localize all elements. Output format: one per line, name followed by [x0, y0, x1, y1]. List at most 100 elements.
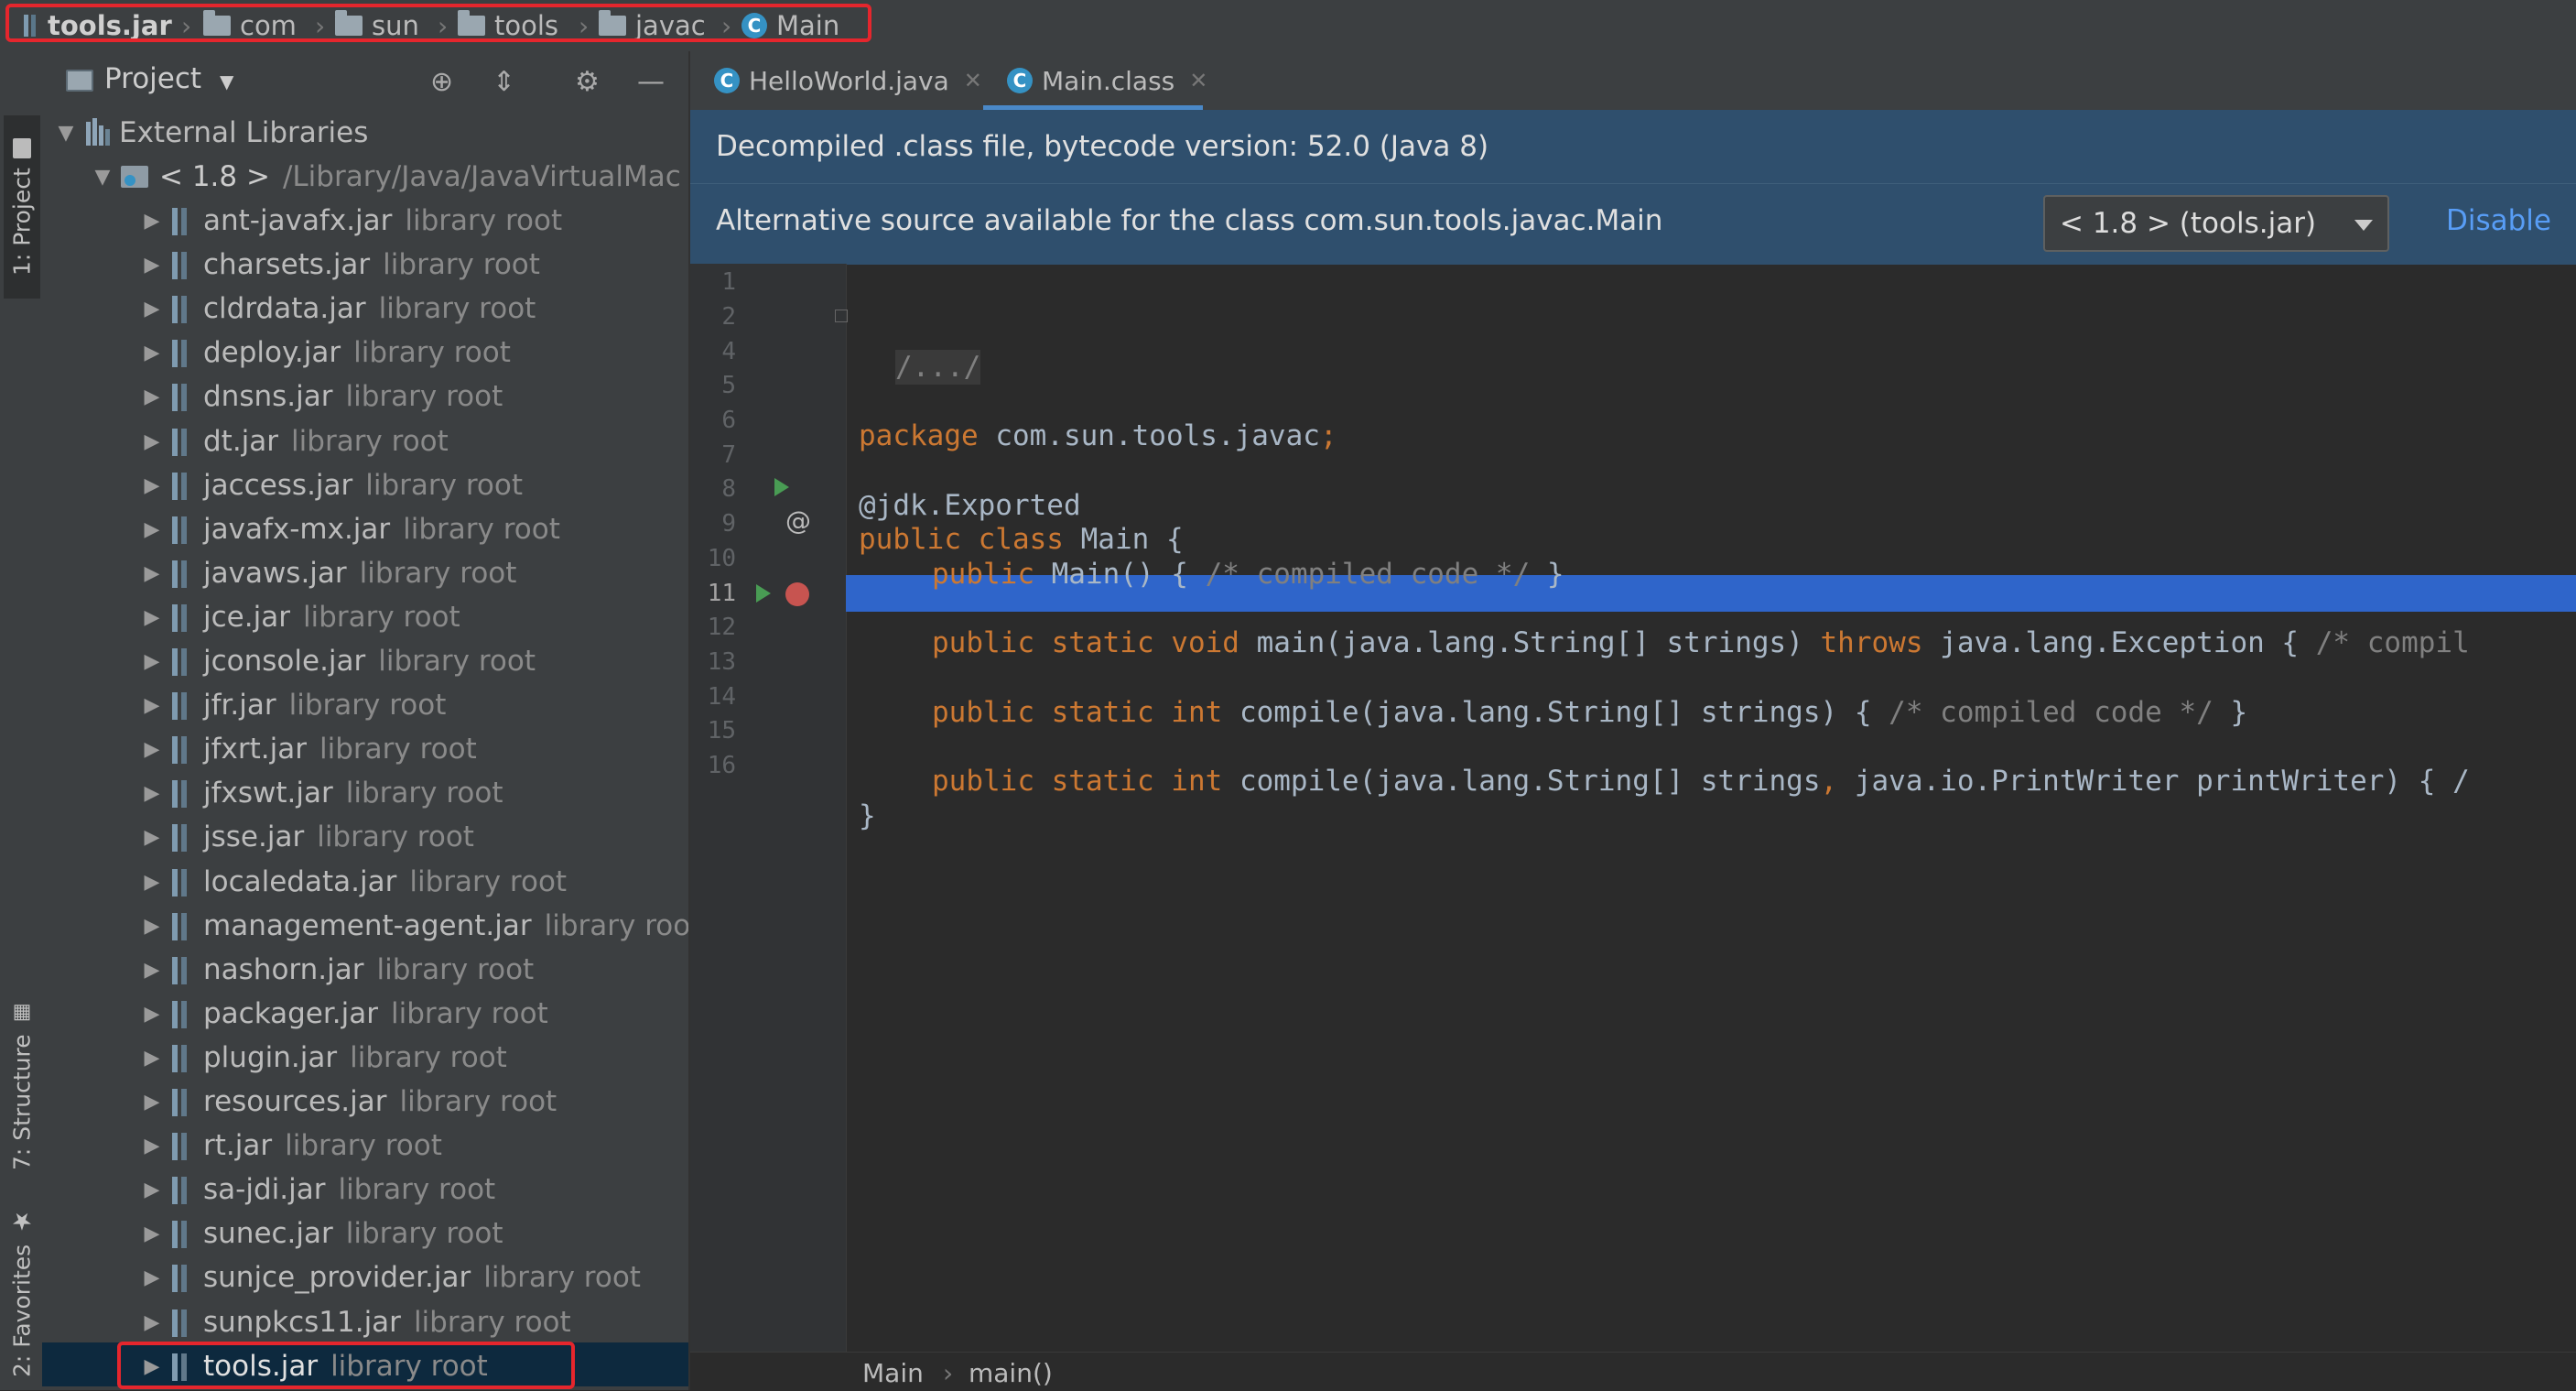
tree-node-jar[interactable]: ▶ jce.jar library root [134, 595, 460, 639]
expand-arrow-icon[interactable]: ▶ [134, 430, 170, 453]
run-icon[interactable] [774, 478, 789, 496]
expand-arrow-icon[interactable]: ▶ [134, 959, 170, 982]
jar-name: dt.jar [203, 425, 279, 458]
tab-main-class[interactable]: C Main.class ✕ [1007, 51, 1207, 110]
expand-arrow-icon[interactable]: ▼ [48, 122, 84, 145]
tab-label: HelloWorld.java [749, 65, 949, 96]
expand-arrow-icon[interactable]: ▶ [134, 298, 170, 321]
expand-arrow-icon[interactable]: ▶ [134, 1179, 170, 1201]
jar-annotation: library root [288, 689, 447, 722]
run-icon[interactable] [756, 584, 771, 603]
line-number: 14 [707, 683, 736, 711]
line-number: 9 [721, 510, 736, 538]
tree-node-jar[interactable]: ▶ plugin.jar library root [134, 1036, 507, 1080]
tree-node-jar[interactable]: ▶ jfxrt.jar library root [134, 727, 477, 771]
tab-helloworld-java[interactable]: C HelloWorld.java ✕ [714, 51, 982, 110]
jdk-name: < 1.8 > [159, 160, 270, 193]
tree-node-jar[interactable]: ▶ jsse.jar library root [134, 815, 474, 859]
expand-arrow-icon[interactable]: ▶ [134, 1003, 170, 1026]
tree-node-jdk[interactable]: ▼ < 1.8 > /Library/Java/JavaVirtualMac [84, 155, 681, 199]
tree-node-jar[interactable]: ▶ sunpkcs11.jar library root [134, 1300, 571, 1344]
expand-arrow-icon[interactable]: ▶ [134, 386, 170, 408]
expand-arrow-icon[interactable]: ▶ [134, 474, 170, 497]
tree-node-jar[interactable]: ▶ ant-javafx.jar library root [134, 199, 563, 243]
locate-icon[interactable]: ⊕ [430, 66, 453, 98]
close-icon[interactable]: ✕ [1189, 68, 1207, 93]
expand-arrow-icon[interactable]: ▶ [134, 254, 170, 277]
code-line-7: @jdk.Exported [859, 488, 1081, 523]
breakpoint-icon[interactable] [785, 582, 809, 606]
expand-arrow-icon[interactable]: ▶ [134, 1223, 170, 1245]
jar-name: sunec.jar [203, 1217, 333, 1250]
jar-icon [170, 867, 194, 897]
collapse-all-icon[interactable]: ⇕ [492, 66, 515, 98]
status-crumb-method[interactable]: main() [969, 1358, 1053, 1388]
tree-node-external-libraries[interactable]: ▼ External Libraries [48, 111, 369, 155]
project-view-dropdown[interactable]: Project ▼ [104, 62, 233, 95]
minimize-icon[interactable]: — [637, 66, 665, 98]
expand-arrow-icon[interactable]: ▼ [84, 166, 121, 189]
code-keyword: public static void [932, 626, 1239, 659]
expand-arrow-icon[interactable]: ▶ [134, 606, 170, 629]
jar-name: ant-javafx.jar [203, 204, 393, 237]
tree-node-jar[interactable]: ▶ sunec.jar library root [134, 1212, 503, 1255]
tree-node-jar[interactable]: ▶ deploy.jar library root [134, 331, 511, 375]
status-crumb-main[interactable]: Main [862, 1358, 924, 1388]
tool-tab-favorites[interactable]: 2: Favorites ★ [4, 1196, 40, 1388]
tree-node-jar[interactable]: ▶ jfxswt.jar library root [134, 771, 503, 815]
jar-icon [170, 1043, 194, 1072]
tree-node-jar[interactable]: ▶ sa-jdi.jar library root [134, 1168, 496, 1212]
expand-arrow-icon[interactable]: ▶ [134, 342, 170, 364]
tree-node-jar[interactable]: ▶ javaws.jar library root [134, 551, 517, 595]
tree-node-jar[interactable]: ▶ cldrdata.jar library root [134, 287, 536, 331]
jdk-folder-icon [121, 166, 148, 188]
folded-code[interactable]: /.../ [895, 350, 981, 385]
tree-node-jar[interactable]: ▶ rt.jar library root [134, 1124, 442, 1168]
expand-arrow-icon[interactable]: ▶ [134, 1091, 170, 1114]
tree-node-jar[interactable]: ▶ javafx-mx.jar library root [134, 507, 560, 551]
tree-node-jar[interactable]: ▶ dnsns.jar library root [134, 375, 503, 418]
tree-node-jar[interactable]: ▶ localedata.jar library root [134, 860, 568, 904]
close-icon[interactable]: ✕ [964, 68, 982, 93]
tree-node-jar[interactable]: ▶ sunjce_provider.jar library root [134, 1255, 641, 1299]
decompiled-banner: Decompiled .class file, bytecode version… [690, 110, 2576, 183]
expand-arrow-icon[interactable]: ▶ [134, 1311, 170, 1334]
tree-node-jar[interactable]: ▶ charsets.jar library root [134, 243, 540, 287]
expand-arrow-icon[interactable]: ▶ [134, 1047, 170, 1070]
tree-node-jar[interactable]: ▶ packager.jar library root [134, 992, 548, 1036]
tree-node-jar[interactable]: ▶ dt.jar library root [134, 419, 449, 463]
fold-icon[interactable] [835, 310, 848, 322]
tree-node-jar[interactable]: ▶ jfr.jar library root [134, 683, 447, 727]
tool-tab-project[interactable]: 1: Project [4, 115, 40, 299]
expand-arrow-icon[interactable]: ▶ [134, 210, 170, 233]
tree-node-jar[interactable]: ▶ resources.jar library root [134, 1080, 557, 1124]
tree-node-jar[interactable]: ▶ jaccess.jar library root [134, 463, 524, 507]
code-keyword: public [932, 558, 1034, 591]
expand-arrow-icon[interactable]: ▶ [134, 871, 170, 894]
code-keyword: throws [1820, 626, 1923, 659]
sdk-source-select[interactable]: < 1.8 > (tools.jar) [2043, 195, 2389, 252]
disable-link[interactable]: Disable [2446, 204, 2551, 237]
gear-icon[interactable]: ⚙ [575, 66, 600, 98]
tool-tab-structure[interactable]: 7: Structure ▦ [4, 967, 40, 1205]
implements-icon[interactable]: @ [785, 505, 811, 536]
tree-node-jar[interactable]: ▶ management-agent.jar library roo [134, 904, 691, 948]
expand-arrow-icon[interactable]: ▶ [134, 915, 170, 938]
jar-icon [170, 1308, 194, 1337]
expand-arrow-icon[interactable]: ▶ [134, 1135, 170, 1157]
expand-arrow-icon[interactable]: ▶ [134, 650, 170, 673]
expand-arrow-icon[interactable]: ▶ [134, 1266, 170, 1289]
tools-jar-highlight-box [117, 1342, 575, 1389]
tree-node-jar[interactable]: ▶ jconsole.jar library root [134, 639, 536, 683]
jar-annotation: library root [302, 601, 460, 634]
expand-arrow-icon[interactable]: ▶ [134, 694, 170, 717]
tree-node-jar[interactable]: ▶ nashorn.jar library root [134, 948, 535, 992]
expand-arrow-icon[interactable]: ▶ [134, 826, 170, 849]
code-keyword: public class [859, 523, 1064, 556]
expand-arrow-icon[interactable]: ▶ [134, 518, 170, 541]
jar-icon [170, 734, 194, 764]
expand-arrow-icon[interactable]: ▶ [134, 782, 170, 805]
jar-annotation: library root [483, 1261, 641, 1294]
expand-arrow-icon[interactable]: ▶ [134, 738, 170, 761]
expand-arrow-icon[interactable]: ▶ [134, 562, 170, 585]
